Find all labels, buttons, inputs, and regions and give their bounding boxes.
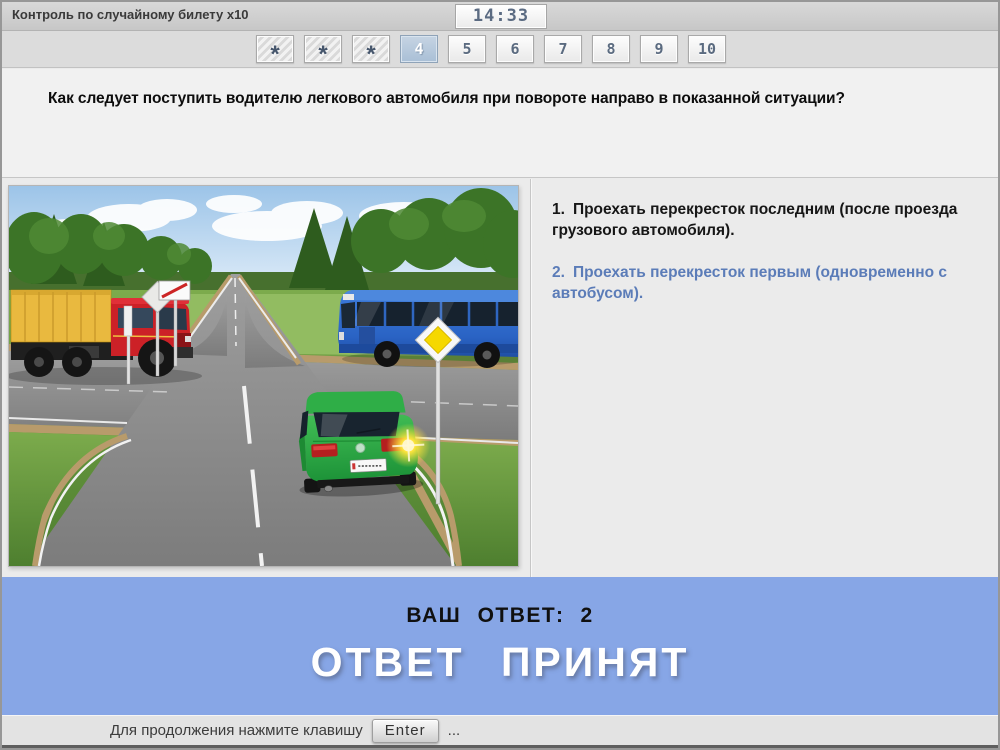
tab-question-7[interactable]: 7 xyxy=(544,35,582,63)
continue-hint-ellipsis: ... xyxy=(448,722,461,739)
content-area: 1.Проехать перекресток последним (после … xyxy=(0,179,1000,577)
answer-option-2[interactable]: 2.Проехать перекресток первым (одновреме… xyxy=(552,262,980,305)
tab-question-8[interactable]: 8 xyxy=(592,35,630,63)
tab-question-2[interactable]: * xyxy=(304,35,342,63)
traffic-scene-image xyxy=(8,185,519,567)
answer-accepted-status: ОТВЕТ ПРИНЯТ xyxy=(0,639,1000,686)
enter-key-icon: Enter xyxy=(372,719,439,743)
tab-question-3[interactable]: * xyxy=(352,35,390,63)
title-bar: Контроль по случайному билету x10 14:33 xyxy=(0,0,1000,31)
panel-divider xyxy=(530,179,531,577)
result-panel: ВАШ ОТВЕТ: 2 ОТВЕТ ПРИНЯТ xyxy=(0,577,1000,715)
your-answer-line: ВАШ ОТВЕТ: 2 xyxy=(0,577,1000,628)
question-area: Как следует поступить водителю легкового… xyxy=(0,69,1000,178)
status-bar: Для продолжения нажмите клавишу Enter ..… xyxy=(0,715,1000,745)
tab-question-4[interactable]: 4 xyxy=(400,35,438,63)
answers-list: 1.Проехать перекресток последним (после … xyxy=(552,199,980,325)
tab-question-9[interactable]: 9 xyxy=(640,35,678,63)
continue-hint-text: Для продолжения нажмите клавишу xyxy=(110,722,363,739)
question-text: Как следует поступить водителю легкового… xyxy=(0,69,998,110)
tab-question-6[interactable]: 6 xyxy=(496,35,534,63)
your-answer-value: 2 xyxy=(580,604,593,627)
tab-question-10[interactable]: 10 xyxy=(688,35,726,63)
traffic-scene-svg xyxy=(9,186,518,566)
truck xyxy=(9,290,202,385)
exam-title: Контроль по случайному билету x10 xyxy=(12,7,249,22)
tab-question-5[interactable]: 5 xyxy=(448,35,486,63)
countdown-timer: 14:33 xyxy=(455,4,547,29)
answer-option-1[interactable]: 1.Проехать перекресток последним (после … xyxy=(552,199,980,242)
bottom-strip xyxy=(0,745,1000,750)
exam-window: Контроль по случайному билету x10 14:33 … xyxy=(0,0,1000,750)
tab-question-1[interactable]: * xyxy=(256,35,294,63)
question-tabs: * * * 4 5 6 7 8 9 10 xyxy=(0,31,1000,68)
your-answer-label: ВАШ ОТВЕТ: xyxy=(406,604,564,627)
